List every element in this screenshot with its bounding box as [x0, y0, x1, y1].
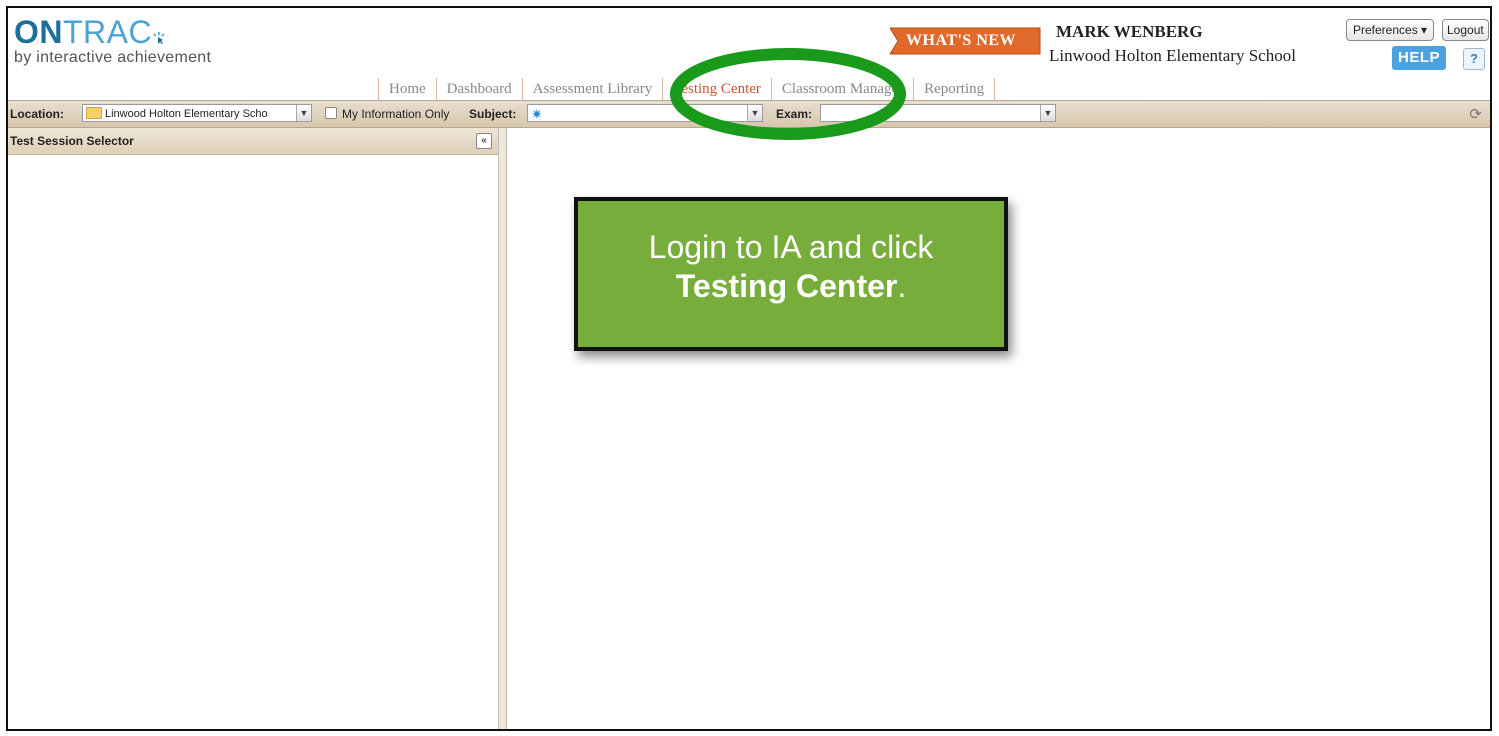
callout-line-2: Testing Center.	[578, 268, 1004, 305]
callout-line-1: Login to IA and click	[648, 229, 934, 265]
ontrac-logo[interactable]: ONTRAC by interactive achievement	[14, 16, 211, 67]
logo-trac-text: TRAC	[63, 14, 153, 50]
spark-icon	[152, 18, 166, 44]
main-nav: Home Dashboard Assessment Library Testin…	[378, 78, 996, 100]
chevron-down-icon: ▼	[296, 105, 311, 121]
nav-item-home[interactable]: Home	[378, 78, 436, 100]
chevron-down-icon: ▼	[747, 105, 762, 121]
panel-title: Test Session Selector	[10, 134, 134, 148]
nav-item-classroom-manager[interactable]: Classroom Manager	[770, 78, 913, 100]
nav-item-reporting[interactable]: Reporting	[913, 78, 996, 100]
whats-new-label: WHAT'S NEW	[906, 32, 1017, 49]
question-help-button[interactable]: ?	[1463, 48, 1485, 70]
asterisk-icon: ✷	[531, 106, 543, 122]
location-value: Linwood Holton Elementary Scho	[105, 108, 268, 120]
my-information-only-label: My Information Only	[342, 107, 450, 121]
whats-new-banner[interactable]: WHAT'S NEW	[890, 26, 1042, 56]
callout-tail: .	[897, 268, 907, 304]
user-name: MARK WENBERG	[1056, 22, 1203, 41]
logo-on-text: ON	[14, 14, 63, 50]
refresh-icon[interactable]: ⟳	[1469, 105, 1482, 123]
subject-label: Subject:	[469, 107, 517, 121]
location-label: Location:	[10, 107, 64, 121]
logout-button[interactable]: Logout	[1442, 19, 1489, 41]
my-information-only-checkbox[interactable]	[325, 107, 337, 119]
nav-item-testing-center[interactable]: Testing Center	[662, 78, 771, 100]
preferences-button[interactable]: Preferences ▾	[1346, 19, 1435, 41]
nav-item-dashboard[interactable]: Dashboard	[435, 78, 522, 100]
chevron-down-icon: ▼	[1040, 105, 1055, 121]
test-session-selector-panel: Test Session Selector «	[8, 128, 499, 729]
folder-icon	[86, 107, 102, 120]
preferences-label: Preferences	[1353, 23, 1418, 37]
exam-label: Exam:	[776, 107, 813, 121]
logo-tagline: by interactive achievement	[14, 49, 212, 66]
location-select[interactable]: Linwood Holton Elementary Scho ▼	[82, 104, 312, 122]
subject-select[interactable]: ✷ ▼	[527, 104, 763, 122]
app-window: ONTRAC by interactive achievement WHAT'S…	[6, 6, 1492, 731]
filter-toolbar: Location: Linwood Holton Elementary Scho…	[8, 100, 1490, 128]
exam-select[interactable]: ▼	[820, 104, 1056, 122]
callout-emphasis: Testing Center	[675, 268, 898, 304]
user-school: Linwood Holton Elementary School	[1049, 46, 1296, 65]
panel-header: Test Session Selector «	[8, 128, 498, 155]
collapse-button[interactable]: «	[476, 133, 492, 149]
help-button[interactable]: HELP	[1392, 46, 1446, 70]
instruction-callout: Login to IA and click Testing Center.	[574, 197, 1008, 351]
panel-splitter[interactable]	[499, 128, 507, 729]
caret-down-icon: ▾	[1421, 23, 1428, 37]
nav-item-assessment-library[interactable]: Assessment Library	[521, 78, 663, 100]
